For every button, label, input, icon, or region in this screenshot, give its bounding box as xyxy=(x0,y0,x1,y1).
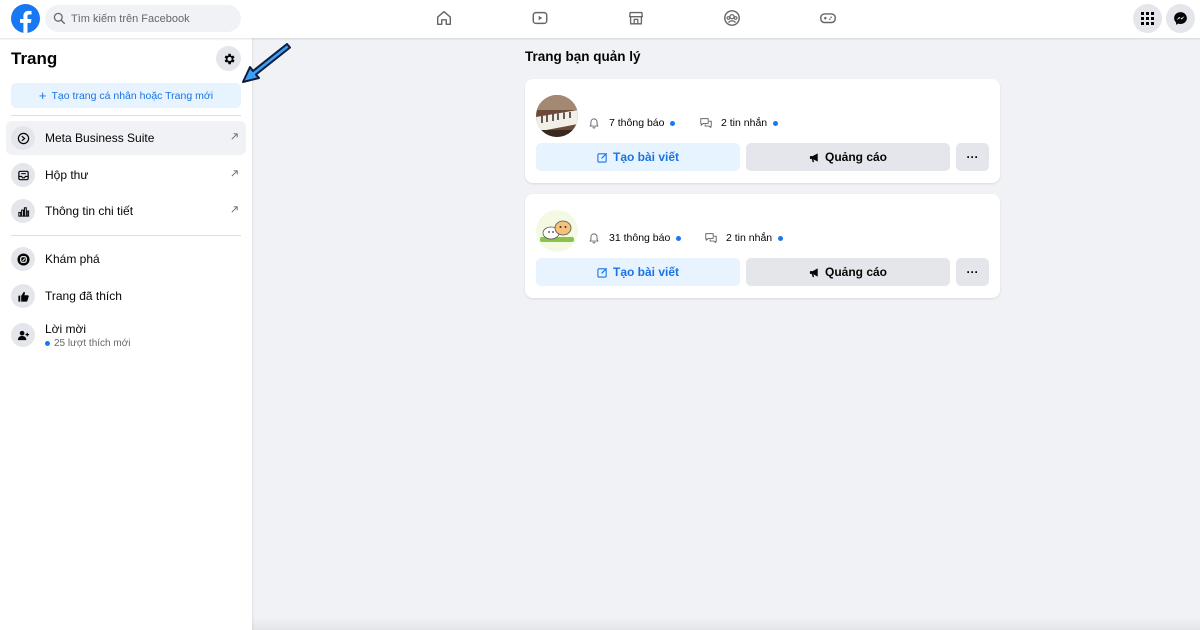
notifications-count: 31 thông báo xyxy=(609,232,671,244)
annotation-arrow-icon xyxy=(242,43,291,83)
create-post-label: Tạo bài viết xyxy=(612,150,680,164)
sidebar-item-label: Lời mời xyxy=(45,321,87,336)
divider xyxy=(11,115,241,116)
search-input[interactable]: Tìm kiếm trên Facebook xyxy=(45,5,241,32)
managed-page-card: 7 thông báo 2 tin nhắn Tạo bài viết Quản… xyxy=(525,79,1000,183)
bottom-shadow xyxy=(252,618,1200,630)
megaphone-icon xyxy=(809,267,818,277)
new-likes-count: 25 lượt thích mới xyxy=(45,338,131,349)
unread-dot xyxy=(45,340,50,346)
advertise-button[interactable]: Quảng cáo xyxy=(746,258,950,286)
home-icon[interactable] xyxy=(434,8,454,28)
sidebar-title: Trang xyxy=(11,49,58,68)
top-navigation-bar: Tìm kiếm trên Facebook xyxy=(0,0,1200,38)
create-post-label: Tạo bài viết xyxy=(612,265,680,279)
create-page-button[interactable]: + Tạo trang cá nhân hoặc Trang mới xyxy=(11,83,241,108)
create-page-label: Tạo trang cá nhân hoặc Trang mới xyxy=(51,89,214,102)
inbox-icon xyxy=(11,163,35,187)
chat-icon xyxy=(700,118,712,129)
bell-icon xyxy=(589,233,599,244)
sidebar-item-discover[interactable]: Khám phá xyxy=(6,242,246,276)
messages-stat[interactable]: 2 tin nhắn xyxy=(699,116,779,130)
create-post-button[interactable]: Tạo bài viết xyxy=(536,143,740,171)
more-options-button[interactable]: ··· xyxy=(956,258,989,286)
external-link-icon xyxy=(231,133,238,140)
sidebar-item-liked-pages[interactable]: Trang đã thích xyxy=(6,279,246,313)
discover-icon xyxy=(11,247,35,271)
sidebar-item-label: Meta Business Suite xyxy=(45,131,155,145)
piano-avatar[interactable] xyxy=(536,95,578,137)
unread-dot xyxy=(773,120,779,126)
watch-icon[interactable] xyxy=(530,8,550,28)
search-placeholder: Tìm kiếm trên Facebook xyxy=(71,12,190,25)
advertise-label: Quảng cáo xyxy=(824,150,887,164)
more-icon: ··· xyxy=(966,150,979,164)
new-likes-text: 25 lượt thích mới xyxy=(54,337,131,349)
sidebar-item-meta-business-suite[interactable]: Meta Business Suite xyxy=(6,121,246,155)
notifications-stat[interactable]: 31 thông báo xyxy=(587,231,682,245)
unread-dot xyxy=(676,235,682,241)
bell-icon xyxy=(589,118,599,129)
managed-page-card: 31 thông báo 2 tin nhắn Tạo bài viết Quả… xyxy=(525,194,1000,298)
like-icon xyxy=(11,284,35,308)
advertise-button[interactable]: Quảng cáo xyxy=(746,143,950,171)
gaming-icon[interactable] xyxy=(818,8,838,28)
plus-icon: + xyxy=(38,88,47,103)
create-post-button[interactable]: Tạo bài viết xyxy=(536,258,740,286)
sidebar: Trang + Tạo trang cá nhân hoặc Trang mới… xyxy=(0,38,291,630)
divider xyxy=(11,235,241,236)
sidebar-item-invites[interactable]: Lời mời 25 lượt thích mới xyxy=(6,315,246,355)
invite-icon xyxy=(11,323,35,347)
sidebar-item-label: Trang đã thích xyxy=(45,289,122,303)
groups-icon[interactable] xyxy=(722,8,742,28)
sidebar-item-label: Khám phá xyxy=(45,252,100,266)
external-link-icon xyxy=(231,170,238,177)
meta-business-suite-icon xyxy=(11,126,35,150)
facebook-logo-icon[interactable] xyxy=(11,4,40,33)
menu-grid-icon[interactable] xyxy=(1133,4,1162,33)
marketplace-icon[interactable] xyxy=(626,8,646,28)
edit-icon xyxy=(597,152,608,163)
page-title: Trang bạn quản lý xyxy=(525,49,641,64)
advertise-label: Quảng cáo xyxy=(824,265,887,279)
chat-icon xyxy=(705,233,717,244)
notifications-stat[interactable]: 7 thông báo xyxy=(587,116,676,130)
search-icon xyxy=(53,12,66,25)
edit-icon xyxy=(597,267,608,278)
insights-icon xyxy=(11,199,35,223)
sidebar-item-label: Thông tin chi tiết xyxy=(45,204,134,218)
gear-icon xyxy=(224,53,235,64)
unread-dot xyxy=(778,235,784,241)
messages-count: 2 tin nhắn xyxy=(726,232,773,244)
cartoon-avatar[interactable] xyxy=(536,210,578,252)
messages-stat[interactable]: 2 tin nhắn xyxy=(704,231,784,245)
sidebar-item-label: Hộp thư xyxy=(45,168,89,182)
messages-count: 2 tin nhắn xyxy=(721,117,768,129)
unread-dot xyxy=(670,120,676,126)
messenger-icon[interactable] xyxy=(1166,4,1195,33)
settings-button[interactable] xyxy=(216,46,241,71)
external-link-icon xyxy=(231,206,238,213)
sidebar-item-insights[interactable]: Thông tin chi tiết xyxy=(6,194,246,228)
notifications-count: 7 thông báo xyxy=(609,117,665,129)
megaphone-icon xyxy=(809,152,818,162)
more-icon: ··· xyxy=(966,265,979,279)
sidebar-item-inbox[interactable]: Hộp thư xyxy=(6,158,246,192)
more-options-button[interactable]: ··· xyxy=(956,143,989,171)
